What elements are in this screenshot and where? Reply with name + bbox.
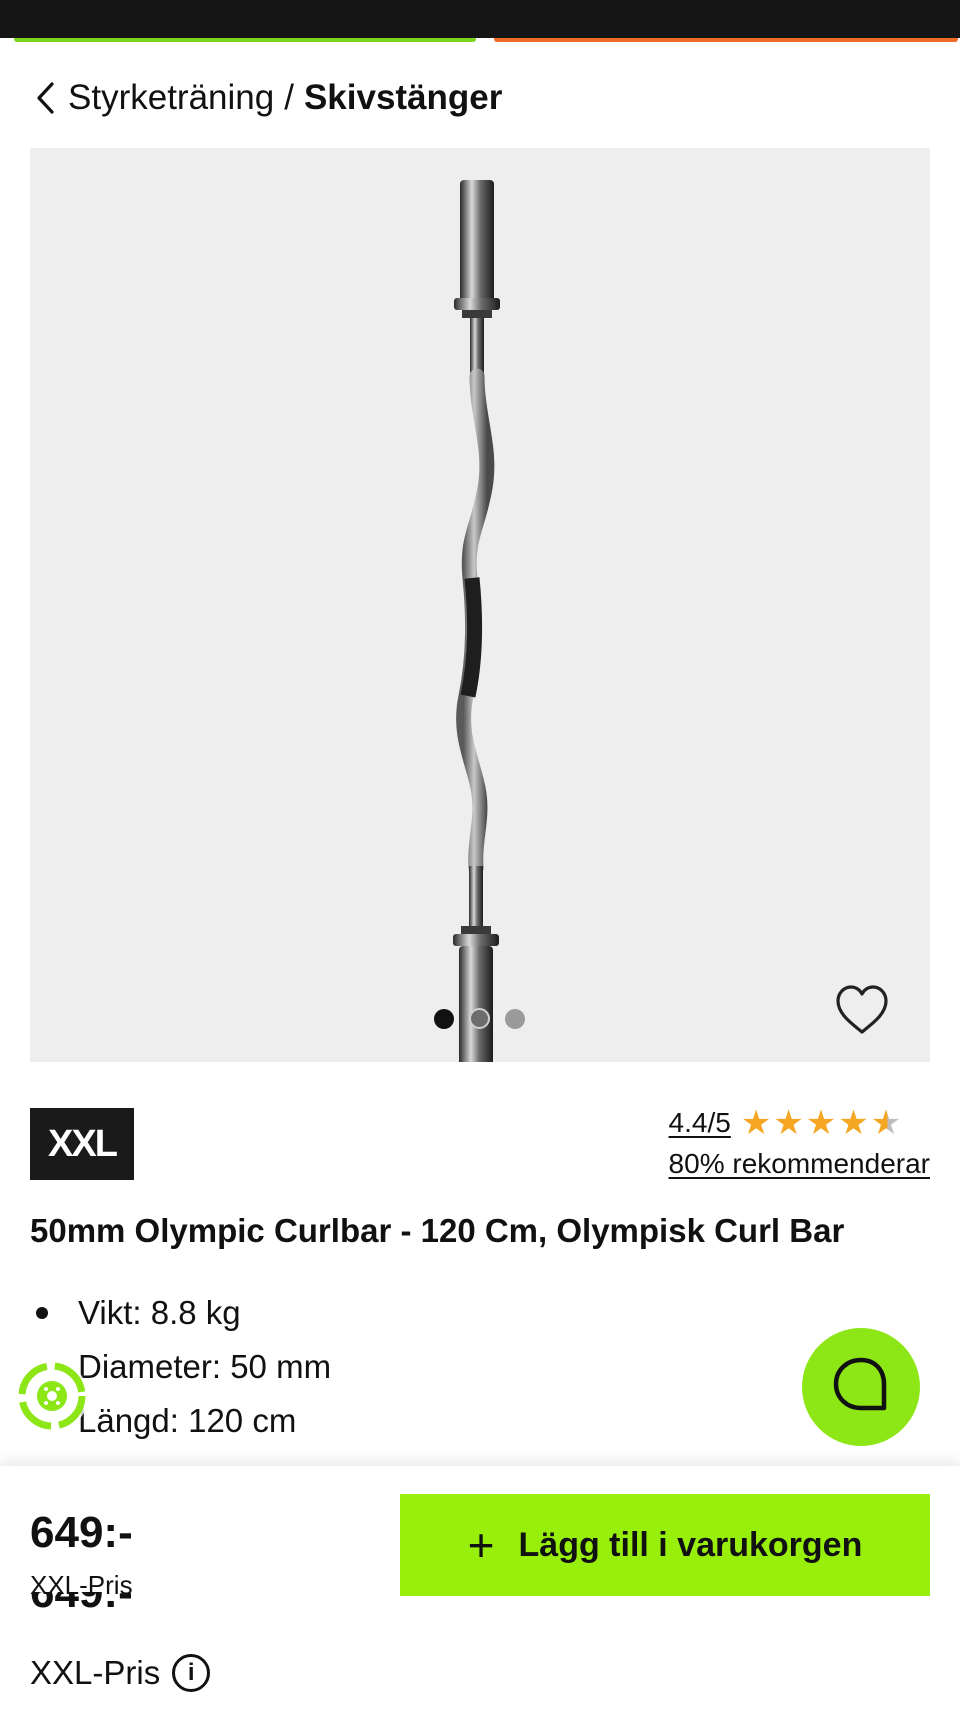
star-icon: ★	[838, 1104, 869, 1142]
underlying-price-label: XXL-Pris i	[30, 1654, 211, 1692]
rating-block[interactable]: 4.4/5 ★ ★ ★ ★ ★ 80% rekommenderar	[669, 1106, 930, 1180]
gallery-dot-2[interactable]	[469, 1008, 490, 1029]
add-to-cart-label: Lägg till i varukorgen	[518, 1525, 863, 1564]
star-icon: ★	[740, 1104, 772, 1142]
add-to-cart-button[interactable]: + Lägg till i varukorgen	[400, 1494, 930, 1596]
star-half-icon: ★	[870, 1104, 902, 1142]
product-title: 50mm Olympic Curlbar - 120 Cm, Olympisk …	[30, 1212, 845, 1249]
chat-bubble-icon	[830, 1354, 892, 1421]
heart-icon[interactable]	[830, 978, 894, 1042]
gallery-pagination	[434, 1008, 525, 1029]
price: 649:-	[30, 1508, 133, 1557]
product-image-curlbar	[453, 180, 500, 1062]
gallery-dot-1[interactable]	[434, 1008, 454, 1029]
breadcrumb-separator: /	[284, 78, 294, 117]
spec-diameter: Diameter: 50 mm	[78, 1348, 332, 1385]
spec-length: Längd: 120 cm	[78, 1402, 297, 1439]
purchase-bar: 649:- XXL-Pris + Lägg till i varukorgen	[0, 1466, 960, 1626]
recommend-link[interactable]: 80% rekommenderar	[669, 1148, 930, 1180]
rating-stars: ★ ★ ★ ★ ★	[741, 1106, 901, 1140]
breadcrumb-parent-link[interactable]: Styrketräning	[68, 78, 274, 118]
accent-line-green	[14, 38, 476, 42]
underlying-price-label-text: XXL-Pris	[30, 1654, 161, 1691]
bullet-icon	[36, 1307, 48, 1319]
underlying-price: 649:-	[30, 1592, 133, 1617]
brand-logo[interactable]: XXL	[30, 1108, 134, 1180]
breadcrumb-current: Skivstänger	[303, 78, 503, 117]
breadcrumb: Styrketräning / Skivstänger	[34, 74, 502, 122]
star-icon: ★	[773, 1104, 804, 1142]
product-image-gallery[interactable]	[30, 148, 930, 1062]
gallery-dot-3[interactable]	[505, 1008, 525, 1029]
accent-line-orange	[494, 38, 958, 42]
plus-icon: +	[467, 1519, 495, 1571]
info-icon[interactable]: i	[172, 1654, 211, 1692]
spec-item: Vikt: 8.8 kg	[30, 1286, 331, 1340]
status-bar	[0, 0, 960, 38]
weight-plate-icon[interactable]	[16, 1360, 88, 1432]
chevron-left-icon[interactable]	[34, 78, 68, 118]
chat-button[interactable]	[802, 1328, 920, 1446]
star-icon: ★	[805, 1104, 837, 1142]
rating-score[interactable]: 4.4/5	[669, 1107, 731, 1139]
spec-weight: Vikt: 8.8 kg	[78, 1294, 241, 1331]
